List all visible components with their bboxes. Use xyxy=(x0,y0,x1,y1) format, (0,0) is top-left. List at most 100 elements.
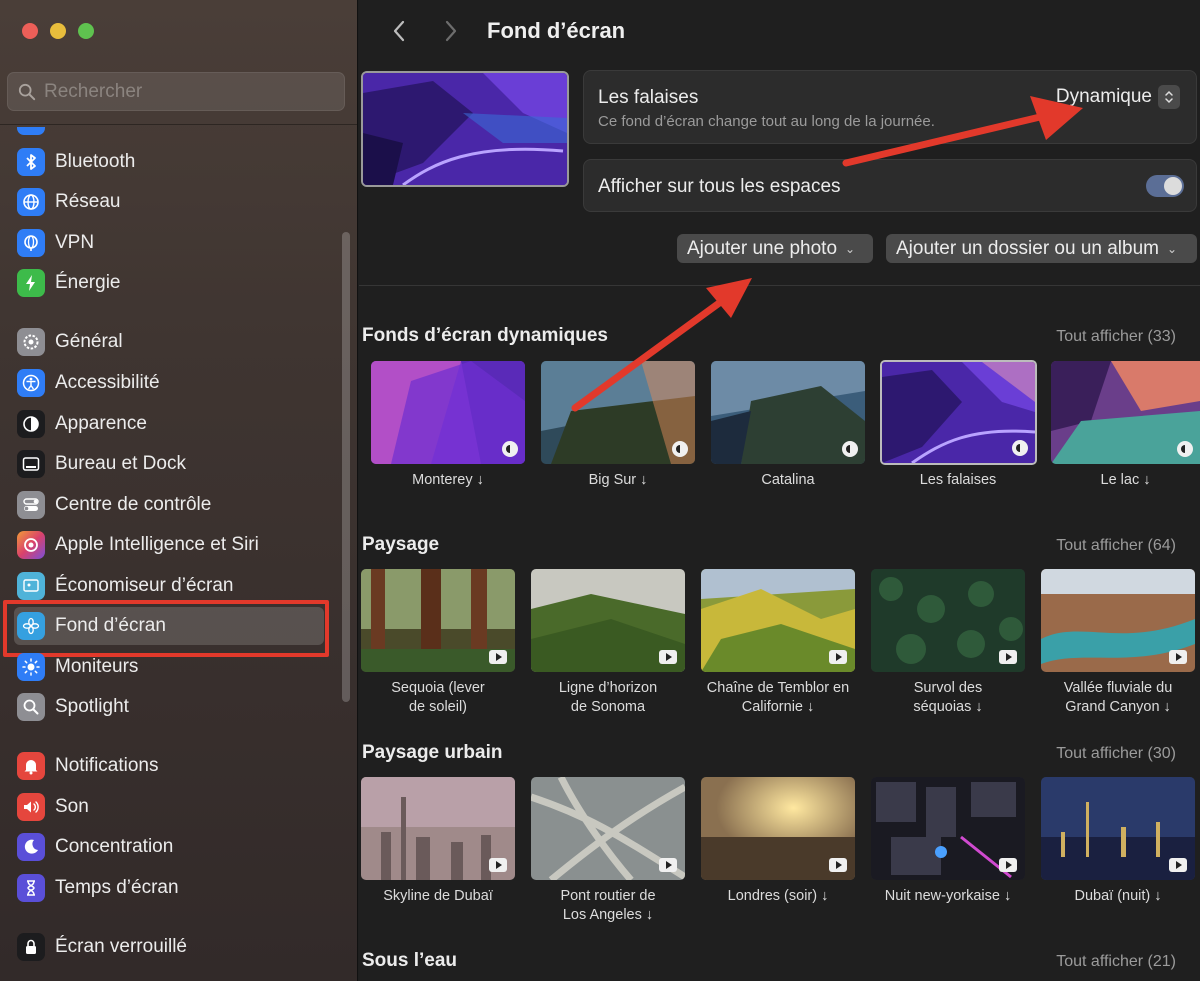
dynamic-badge-icon xyxy=(1177,441,1193,457)
sidebar-item-general[interactable]: Général xyxy=(14,323,324,361)
sidebar-item-label: Bluetooth xyxy=(55,151,136,172)
zoom-window-button[interactable] xyxy=(78,23,94,39)
show-all-spaces-toggle[interactable] xyxy=(1146,175,1184,197)
minimize-window-button[interactable] xyxy=(50,23,66,39)
sidebar: Wi-Fi Bluetooth Réseau VPN Énergie Génér… xyxy=(0,0,358,981)
sidebar-item-notifications[interactable]: Notifications xyxy=(14,747,324,785)
sidebar-item-accessibility[interactable]: Accessibilité xyxy=(14,364,324,402)
sidebar-item-label: Réseau xyxy=(55,191,121,212)
wallpaper-mode-select[interactable]: Dynamique xyxy=(1056,85,1180,109)
sidebar-item-label: Énergie xyxy=(55,272,121,293)
sidebar-item-sound[interactable]: Son xyxy=(14,788,324,826)
wallpaper-caption: Nuit new-yorkaise ↓ xyxy=(884,888,1012,904)
wallpaper-caption: Chaîne de Temblor en Californie ↓ xyxy=(706,680,850,715)
wallpaper-thumb-la-overpass[interactable] xyxy=(531,777,685,880)
bell-icon xyxy=(17,752,45,780)
current-wallpaper-card: Les falaises Ce fond d’écran change tout… xyxy=(583,70,1197,144)
wallpaper-thumb-temblor[interactable] xyxy=(701,569,855,672)
chevron-right-icon xyxy=(445,20,457,42)
wallpaper-caption: Skyline de Dubaï xyxy=(383,888,493,904)
wallpaper-thumb-le-lac[interactable] xyxy=(1051,361,1200,464)
wallpaper-thumb-dubai-skyline[interactable] xyxy=(361,777,515,880)
video-badge-icon xyxy=(489,858,507,872)
wallpaper-thumb-dubai-night[interactable] xyxy=(1041,777,1195,880)
wifi-icon xyxy=(17,127,45,135)
sidebar-item-network[interactable]: Réseau xyxy=(14,183,324,221)
sidebar-item-label: Apparence xyxy=(55,413,147,434)
window-controls xyxy=(22,23,94,39)
wallpaper-thumb-new-york-night[interactable] xyxy=(871,777,1025,880)
add-photo-button[interactable]: Ajouter une photo ⌄ xyxy=(677,234,873,263)
magnifier-icon xyxy=(17,693,45,721)
add-folder-button[interactable]: Ajouter un dossier ou un album ⌄ xyxy=(886,234,1197,263)
show-all-spaces-row: Afficher sur tous les espaces xyxy=(583,159,1197,212)
wallpaper-caption: Ligne d’horizon de Sonoma xyxy=(558,680,658,715)
accessibility-icon xyxy=(17,369,45,397)
add-photo-label: Ajouter une photo xyxy=(687,237,838,259)
sidebar-item-appearance[interactable]: Apparence xyxy=(14,405,324,443)
video-badge-icon xyxy=(1169,650,1187,664)
show-all-landscape-link[interactable]: Tout afficher (64) xyxy=(1056,537,1176,555)
wallpaper-caption: Vallée fluviale du Grand Canyon ↓ xyxy=(1063,680,1173,715)
toolbar: Fond d’écran xyxy=(359,0,1200,62)
sidebar-item-energy[interactable]: Énergie xyxy=(14,264,324,302)
dock-icon xyxy=(17,450,45,478)
updown-chevron-icon xyxy=(1158,85,1180,109)
sidebar-item-vpn[interactable]: VPN xyxy=(14,224,324,262)
sidebar-item-siri[interactable]: Apple Intelligence et Siri xyxy=(14,526,324,564)
sidebar-item-screen-time[interactable]: Temps d’écran xyxy=(14,869,324,907)
sidebar-item-desktop-dock[interactable]: Bureau et Dock xyxy=(14,445,324,483)
globe-icon xyxy=(17,188,45,216)
dynamic-badge-icon xyxy=(672,441,688,457)
bluetooth-icon xyxy=(17,148,45,176)
wallpaper-thumb-catalina[interactable] xyxy=(711,361,865,464)
wallpaper-thumb-grand-canyon[interactable] xyxy=(1041,569,1195,672)
wallpaper-thumb-big-sur[interactable] xyxy=(541,361,695,464)
sidebar-item-displays[interactable]: Moniteurs xyxy=(14,648,324,686)
sidebar-item-label: Temps d’écran xyxy=(55,877,179,898)
section-title-underwater: Sous l’eau xyxy=(362,950,458,971)
sidebar-item-spotlight[interactable]: Spotlight xyxy=(14,688,324,726)
show-all-cityscape-link[interactable]: Tout afficher (30) xyxy=(1056,745,1176,763)
sidebar-item-label: Apple Intelligence et Siri xyxy=(55,534,259,555)
sidebar-item-focus[interactable]: Concentration xyxy=(14,828,324,866)
video-badge-icon xyxy=(659,650,677,664)
chevron-left-icon xyxy=(393,20,405,42)
gear-icon xyxy=(17,328,45,356)
sidebar-item-label: Moniteurs xyxy=(55,656,139,677)
show-all-dynamic-link[interactable]: Tout afficher (33) xyxy=(1056,328,1176,346)
video-badge-icon xyxy=(999,650,1017,664)
section-title-landscape: Paysage xyxy=(362,534,440,555)
sidebar-scrollbar[interactable] xyxy=(342,232,350,702)
divider xyxy=(359,285,1200,286)
wallpaper-thumb-sonoma[interactable] xyxy=(531,569,685,672)
video-badge-icon xyxy=(659,858,677,872)
wallpaper-thumb-les-falaises[interactable] xyxy=(880,360,1037,465)
back-button[interactable] xyxy=(385,16,413,46)
close-window-button[interactable] xyxy=(22,23,38,39)
wallpaper-thumb-sequoia[interactable] xyxy=(361,569,515,672)
sidebar-item-bluetooth[interactable]: Bluetooth xyxy=(14,143,324,181)
wallpaper-thumb-london-evening[interactable] xyxy=(701,777,855,880)
sidebar-item-label: Concentration xyxy=(55,836,174,857)
sidebar-item-label: Notifications xyxy=(55,755,159,776)
sidebar-item-lock-screen[interactable]: Écran verrouillé xyxy=(14,928,324,966)
chevron-down-icon: ⌄ xyxy=(1167,241,1178,256)
hourglass-icon xyxy=(17,874,45,902)
search-box[interactable] xyxy=(7,72,345,111)
appearance-icon xyxy=(17,410,45,438)
wallpaper-caption: Monterey ↓ xyxy=(412,472,484,488)
forward-button[interactable] xyxy=(437,16,465,46)
search-input[interactable] xyxy=(44,80,324,103)
wallpaper-caption: Sequoia (lever de soleil) xyxy=(391,680,485,715)
speaker-icon xyxy=(17,793,45,821)
main-pane: Fond d’écran Les falaises Ce fond d’écra… xyxy=(359,0,1200,981)
video-badge-icon xyxy=(829,650,847,664)
screensaver-icon xyxy=(17,572,45,600)
wallpaper-thumb-monterey[interactable] xyxy=(371,361,525,464)
sidebar-item-label: Général xyxy=(55,331,123,352)
video-badge-icon xyxy=(999,858,1017,872)
show-all-underwater-link[interactable]: Tout afficher (21) xyxy=(1056,953,1176,971)
wallpaper-thumb-redwoods-flyover[interactable] xyxy=(871,569,1025,672)
sidebar-item-control-center[interactable]: Centre de contrôle xyxy=(14,486,324,524)
